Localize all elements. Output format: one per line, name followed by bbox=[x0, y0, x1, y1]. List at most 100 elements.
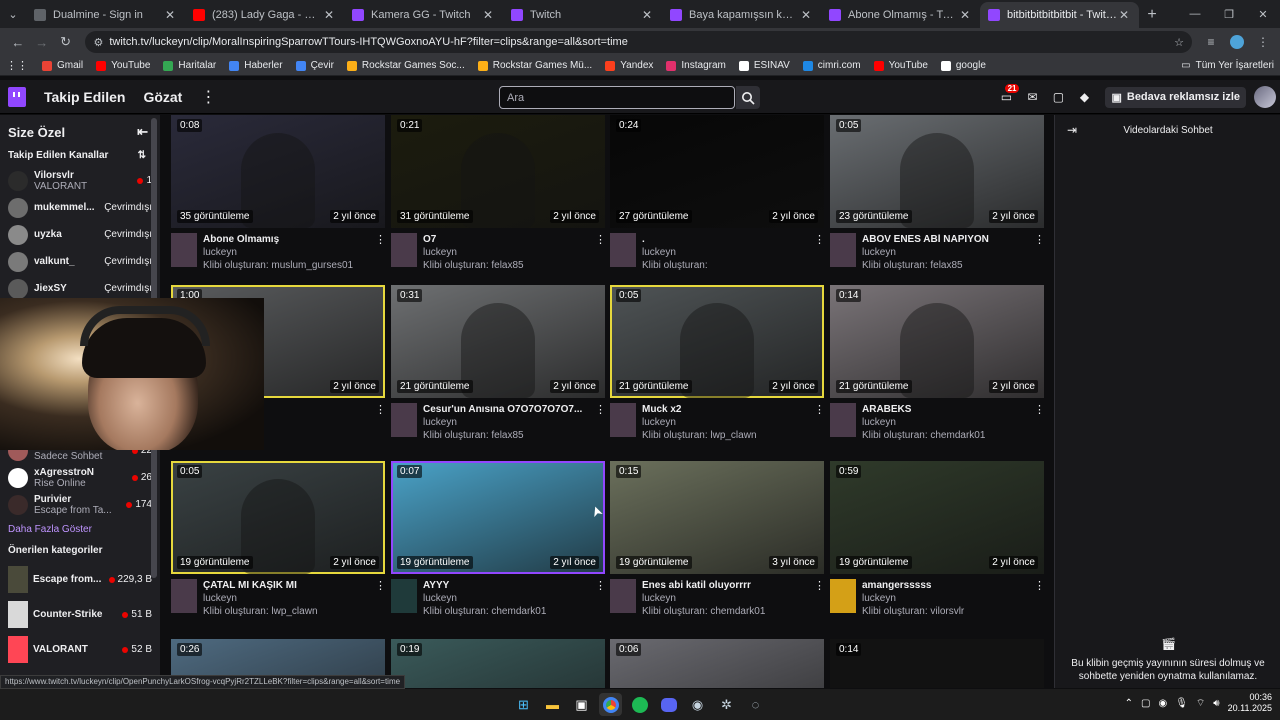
clip-card[interactable]: 0:19 bbox=[391, 639, 605, 688]
clip-more-options-icon[interactable]: ⋮ bbox=[1034, 403, 1045, 441]
clock[interactable]: 00:36 20.11.2025 bbox=[1228, 692, 1272, 714]
clip-channel[interactable]: luckeyn bbox=[423, 417, 595, 428]
clip-more-options-icon[interactable]: ⋮ bbox=[595, 233, 606, 271]
bookmark-item[interactable]: Rockstar Games Mü... bbox=[477, 60, 592, 71]
back-icon[interactable]: ← bbox=[6, 30, 30, 54]
nav-browse-link[interactable]: Gözat bbox=[143, 89, 182, 105]
store-icon[interactable]: ▣ bbox=[570, 693, 593, 716]
clip-channel[interactable]: luckeyn bbox=[203, 247, 375, 258]
ad-free-button[interactable]: ▣ Bedava reklamsız izle bbox=[1105, 86, 1246, 108]
clip-card[interactable]: 0:15 19 görüntüleme 3 yıl önce Enes abi kat… bbox=[610, 461, 825, 617]
new-tab-button[interactable]: + bbox=[1139, 2, 1165, 28]
sidebar-channel-item[interactable]: xAgresstroN Rise Online 26 bbox=[0, 464, 160, 491]
clip-card[interactable]: 0:59 19 görüntüleme 2 yıl önce amangersssss… bbox=[830, 461, 1045, 617]
clip-thumbnail[interactable]: 0:14 21 görüntüleme 2 yıl önce bbox=[830, 285, 1044, 398]
clip-more-options-icon[interactable]: ⋮ bbox=[1034, 233, 1045, 271]
address-bar[interactable]: ⚙ twitch.tv/luckeyn/clip/MoralInspiringS… bbox=[85, 31, 1192, 53]
nav-following-link[interactable]: Takip Edilen bbox=[44, 89, 125, 105]
clip-thumbnail[interactable]: 0:19 bbox=[391, 639, 605, 688]
collapse-sidebar-icon[interactable]: ⇤ bbox=[137, 124, 148, 140]
profile-icon[interactable] bbox=[1226, 31, 1248, 53]
channel-avatar[interactable] bbox=[610, 403, 636, 437]
clip-card[interactable]: 0:21 31 görüntüleme 2 yıl önce O7 luckeyn Kli… bbox=[391, 115, 606, 271]
clip-card[interactable]: 0:31 21 görüntüleme 2 yıl önce Cesur'un Anı… bbox=[391, 285, 606, 441]
more-menu-icon[interactable]: ⋮ bbox=[200, 87, 216, 107]
clip-title[interactable]: O7 bbox=[423, 234, 595, 245]
tab-close-icon[interactable]: ✕ bbox=[322, 8, 336, 22]
discord-icon[interactable] bbox=[657, 693, 680, 716]
bits-icon[interactable]: ◆ bbox=[1071, 84, 1097, 110]
tab-search-icon[interactable]: ⌄ bbox=[0, 0, 26, 28]
clip-thumbnail[interactable]: 0:06 bbox=[610, 639, 824, 688]
clip-card[interactable]: 0:05 21 görüntüleme 2 yıl önce Muck x2 lucke… bbox=[610, 285, 825, 441]
clip-more-options-icon[interactable]: ⋮ bbox=[375, 579, 386, 617]
clip-title[interactable]: Cesur'un Anısına O7O7O7O7O7... bbox=[423, 404, 595, 415]
bookmark-item[interactable]: Rockstar Games Soc... bbox=[346, 60, 465, 71]
whispers-icon[interactable]: ▢ bbox=[1045, 84, 1071, 110]
category-item[interactable]: Escape from... 229,3 B bbox=[0, 562, 160, 597]
app-icon[interactable]: ✲ bbox=[715, 693, 738, 716]
clip-thumbnail[interactable]: 0:24 27 görüntüleme 2 yıl önce bbox=[610, 115, 824, 228]
clip-channel[interactable]: luckeyn bbox=[203, 593, 375, 604]
clip-card[interactable]: 0:14 21 görüntüleme 2 yıl önce ARABEKS lucke… bbox=[830, 285, 1045, 441]
start-icon[interactable]: ⊞ bbox=[512, 693, 535, 716]
clip-title[interactable]: AYYY bbox=[423, 580, 595, 591]
file-explorer-icon[interactable]: ▬ bbox=[541, 693, 564, 716]
close-window-icon[interactable]: ✕ bbox=[1246, 0, 1280, 28]
show-more-link[interactable]: Daha Fazla Göster bbox=[0, 518, 160, 541]
bookmark-item[interactable]: YouTube bbox=[96, 60, 150, 71]
reload-icon[interactable]: ↻ bbox=[54, 30, 78, 54]
tray-overflow-icon[interactable]: ⌃ bbox=[1125, 698, 1133, 709]
user-avatar[interactable] bbox=[1254, 86, 1276, 108]
restore-icon[interactable]: ❐ bbox=[1212, 0, 1246, 28]
bookmark-item[interactable]: ESINAV bbox=[738, 60, 790, 71]
clip-title[interactable]: Enes abi katil oluyorrrr bbox=[642, 580, 814, 591]
bookmark-item[interactable]: cimri.com bbox=[802, 60, 861, 71]
bookmark-item[interactable]: Haritalar bbox=[163, 60, 216, 71]
tab-close-icon[interactable]: ✕ bbox=[958, 8, 972, 22]
clip-thumbnail[interactable]: 0:59 19 görüntüleme 2 yıl önce bbox=[830, 461, 1044, 574]
clip-thumbnail[interactable]: 0:31 21 görüntüleme 2 yıl önce bbox=[391, 285, 605, 398]
microphone-icon[interactable]: 🎙︎ bbox=[1175, 698, 1188, 709]
steam-icon[interactable]: ◉ bbox=[686, 693, 709, 716]
browser-tab[interactable]: (283) Lady Gaga - Bloody Mary✕ bbox=[185, 2, 344, 28]
browser-tab[interactable]: bitbitbitbitbitbit - Twitch ✕ bbox=[980, 2, 1139, 28]
clip-more-options-icon[interactable]: ⋮ bbox=[1034, 579, 1045, 617]
sort-icon[interactable]: ⇅ bbox=[138, 150, 146, 161]
bookmark-item[interactable]: Haberler bbox=[229, 60, 283, 71]
clip-card[interactable]: 0:14 bbox=[830, 639, 1044, 688]
clip-thumbnail[interactable]: 0:14 bbox=[830, 639, 1044, 688]
bookmark-item[interactable]: google bbox=[940, 60, 986, 71]
tab-list-icon[interactable]: ≡ bbox=[1200, 31, 1222, 53]
clip-channel[interactable]: luckeyn bbox=[423, 593, 595, 604]
tab-close-icon[interactable]: ✕ bbox=[640, 8, 654, 22]
volume-icon[interactable]: 🔊︎ bbox=[1213, 698, 1219, 709]
app-icon-2[interactable]: ◌ bbox=[744, 693, 767, 716]
bookmark-star-icon[interactable]: ☆ bbox=[1174, 36, 1184, 49]
clip-title[interactable]: amangersssss bbox=[862, 580, 1034, 591]
channel-avatar[interactable] bbox=[391, 403, 417, 437]
sidebar-channel-item[interactable]: Vilorsvlr VALORANT 1 bbox=[0, 167, 160, 194]
clip-thumbnail[interactable]: 0:05 23 görüntüleme 2 yıl önce bbox=[830, 115, 1044, 228]
channel-avatar[interactable] bbox=[830, 403, 856, 437]
clip-card[interactable]: 0:07 19 görüntüleme 2 yıl önce AYYY luckeyn K… bbox=[391, 461, 606, 617]
clip-title[interactable]: . bbox=[642, 234, 814, 245]
clip-more-options-icon[interactable]: ⋮ bbox=[814, 579, 825, 617]
all-bookmarks[interactable]: ▭ Tüm Yer İşaretleri bbox=[1181, 60, 1274, 71]
bookmark-item[interactable]: Yandex bbox=[605, 60, 653, 71]
channel-avatar[interactable] bbox=[610, 579, 636, 613]
sidebar-channel-item[interactable]: mukemmel... Çevrimdışı bbox=[0, 194, 160, 221]
bookmark-item[interactable]: Gmail bbox=[42, 60, 83, 71]
category-item[interactable]: VALORANT 52 B bbox=[0, 632, 160, 667]
category-item[interactable]: Counter-Strike 51 B bbox=[0, 597, 160, 632]
clip-channel[interactable]: luckeyn bbox=[862, 417, 1034, 428]
channel-avatar[interactable] bbox=[391, 233, 417, 267]
browser-tab[interactable]: Dualmine - Sign in ✕ bbox=[26, 2, 185, 28]
spotify-icon[interactable] bbox=[628, 693, 651, 716]
sidebar-channel-item[interactable]: Purivier Escape from Ta... 174 bbox=[0, 491, 160, 518]
tab-close-icon[interactable]: ✕ bbox=[163, 8, 177, 22]
clip-card[interactable]: 0:06 bbox=[610, 639, 824, 688]
forward-icon[interactable]: → bbox=[30, 30, 54, 54]
tray-app-icon[interactable]: ▢ bbox=[1141, 698, 1150, 709]
channel-avatar[interactable] bbox=[391, 579, 417, 613]
